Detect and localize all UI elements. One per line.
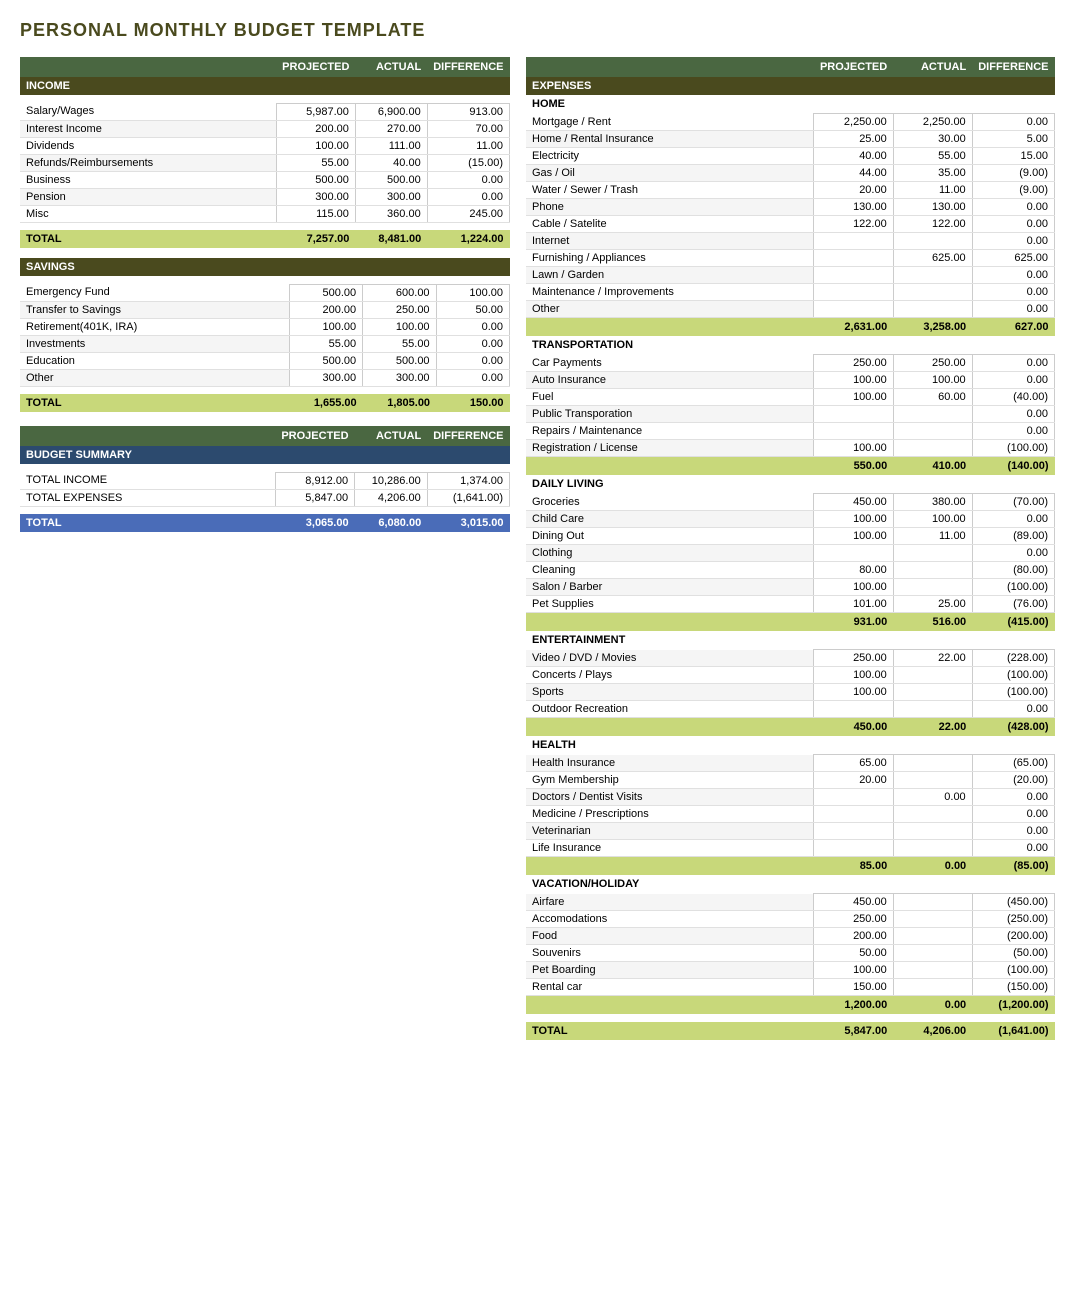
savings-row-other: Other 300.00 300.00 0.00 [20, 369, 510, 386]
summary-grand-total-row: TOTAL 3,065.00 6,080.00 3,015.00 [20, 514, 510, 532]
income-actual-salary[interactable]: 6,900.00 [355, 103, 427, 120]
right-panel: PROJECTED ACTUAL DIFFERENCE EXPENSES HOM… [526, 57, 1055, 1040]
income-row-refunds: Refunds/Reimbursements 55.00 40.00 (15.0… [20, 154, 510, 171]
income-table: PROJECTED ACTUAL DIFFERENCE INCOME Salar… [20, 57, 510, 248]
income-col-actual: ACTUAL [355, 57, 427, 77]
savings-section-label: SAVINGS [20, 258, 510, 276]
health-subsection: HEALTH [526, 736, 1055, 755]
expenses-table: PROJECTED ACTUAL DIFFERENCE EXPENSES HOM… [526, 57, 1055, 1040]
income-projected-salary[interactable]: 5,987.00 [276, 103, 355, 120]
home-total-row: 2,631.00 3,258.00 627.00 [526, 318, 1055, 337]
expenses-grand-total-row: TOTAL 5,847.00 4,206.00 (1,641.00) [526, 1022, 1055, 1040]
income-diff-salary: 913.00 [427, 103, 509, 120]
transportation-subsection: TRANSPORTATION [526, 336, 1055, 355]
income-col-label [20, 57, 276, 77]
budget-summary-table: PROJECTED ACTUAL DIFFERENCE BUDGET SUMMA… [20, 426, 510, 532]
income-section-label: INCOME [20, 77, 510, 95]
left-panel: PROJECTED ACTUAL DIFFERENCE INCOME Salar… [20, 57, 510, 532]
income-col-projected: PROJECTED [276, 57, 355, 77]
daily-living-total-row: 931.00 516.00 (415.00) [526, 613, 1055, 632]
income-row-misc: Misc 115.00 360.00 245.00 [20, 205, 510, 222]
summary-total-expenses-row: TOTAL EXPENSES 5,847.00 4,206.00 (1,641.… [20, 489, 510, 506]
savings-row-emergency: Emergency Fund 500.00 600.00 100.00 [20, 284, 510, 301]
income-label-salary: Salary/Wages [20, 103, 276, 120]
health-total-row: 85.00 0.00 (85.00) [526, 857, 1055, 876]
vacation-subsection: VACATION/HOLIDAY [526, 875, 1055, 894]
income-row-dividends: Dividends 100.00 111.00 11.00 [20, 137, 510, 154]
home-subsection: HOME [526, 95, 1055, 114]
vacation-total-row: 1,200.00 0.00 (1,200.00) [526, 996, 1055, 1015]
income-col-difference: DIFFERENCE [427, 57, 509, 77]
entertainment-total-row: 450.00 22.00 (428.00) [526, 718, 1055, 737]
summary-total-income-row: TOTAL INCOME 8,912.00 10,286.00 1,374.00 [20, 472, 510, 489]
income-row-interest: Interest Income 200.00 270.00 70.00 [20, 120, 510, 137]
page-title: PERSONAL MONTHLY BUDGET TEMPLATE [20, 20, 1055, 41]
savings-row-retirement: Retirement(401K, IRA) 100.00 100.00 0.00 [20, 318, 510, 335]
income-row-business: Business 500.00 500.00 0.00 [20, 171, 510, 188]
savings-row-investments: Investments 55.00 55.00 0.00 [20, 335, 510, 352]
entertainment-subsection: ENTERTAINMENT [526, 631, 1055, 650]
income-total-row: TOTAL 7,257.00 8,481.00 1,224.00 [20, 230, 510, 248]
budget-summary-label: BUDGET SUMMARY [20, 446, 510, 464]
savings-total-row: TOTAL 1,655.00 1,805.00 150.00 [20, 394, 510, 412]
income-label-interest: Interest Income [20, 120, 276, 137]
income-row-pension: Pension 300.00 300.00 0.00 [20, 188, 510, 205]
savings-table: SAVINGS Emergency Fund 500.00 600.00 100… [20, 258, 510, 412]
income-row-salary: Salary/Wages 5,987.00 6,900.00 913.00 [20, 103, 510, 120]
savings-row-transfer: Transfer to Savings 200.00 250.00 50.00 [20, 301, 510, 318]
transportation-total-row: 550.00 410.00 (140.00) [526, 457, 1055, 476]
daily-living-subsection: DAILY LIVING [526, 475, 1055, 494]
expenses-section-label: EXPENSES [526, 77, 1055, 95]
savings-row-education: Education 500.00 500.00 0.00 [20, 352, 510, 369]
